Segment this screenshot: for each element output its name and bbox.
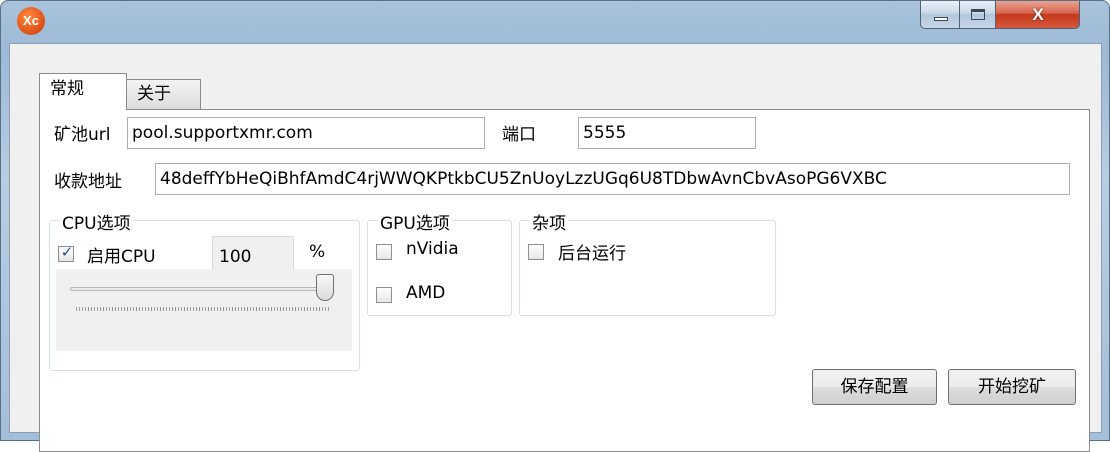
maximize-icon (971, 9, 985, 20)
pool-url-input[interactable]: pool.supportxmr.com (127, 117, 485, 149)
slider-ticks (76, 307, 330, 311)
close-icon: X (1032, 5, 1044, 24)
cpu-options-group: CPU选项 ✓ 启用CPU 100 % (49, 209, 360, 371)
nvidia-checkbox[interactable] (376, 244, 392, 260)
gpu-options-title: GPU选项 (378, 209, 452, 234)
tab-about[interactable]: 关于 (126, 79, 201, 110)
cpu-options-title: CPU选项 (60, 209, 133, 234)
minimize-button[interactable] (920, 1, 960, 29)
slider-track (70, 287, 332, 291)
pool-url-label: 矿池url (54, 125, 111, 145)
tab-general[interactable]: 常规 (39, 73, 127, 110)
window-controls: X (920, 1, 1080, 29)
app-window: Xc X 常规 关于 矿池url pool.supportxmr.com 端口 … (0, 0, 1110, 452)
close-button[interactable]: X (996, 1, 1080, 29)
checkmark-icon: ✓ (60, 243, 74, 261)
client-area: 常规 关于 矿池url pool.supportxmr.com 端口 5555 … (9, 43, 1102, 452)
app-logo-icon[interactable]: Xc (17, 7, 45, 35)
background-run-label: 后台运行 (558, 244, 626, 264)
misc-options-title: 杂项 (530, 209, 568, 234)
save-config-button[interactable]: 保存配置 (812, 369, 937, 405)
misc-options-group: 杂项 后台运行 (519, 209, 776, 316)
wallet-address-label: 收款地址 (54, 172, 122, 192)
amd-label: AMD (406, 283, 446, 303)
port-input[interactable]: 5555 (578, 117, 756, 149)
enable-cpu-label: 启用CPU (87, 247, 156, 267)
nvidia-label: nVidia (406, 239, 459, 259)
slider-thumb[interactable] (316, 274, 334, 301)
title-bar[interactable]: Xc X (1, 1, 1109, 43)
amd-checkbox[interactable] (376, 287, 392, 303)
wallet-address-input[interactable]: 48deffYbHeQiBhfAmdC4rjWWQKPtkbCU5ZnUoyLz… (155, 163, 1070, 195)
start-mining-button[interactable]: 开始挖矿 (948, 369, 1076, 405)
port-label: 端口 (502, 125, 536, 145)
background-run-checkbox[interactable] (528, 244, 544, 260)
cpu-usage-unit: % (309, 242, 326, 262)
maximize-button[interactable] (960, 1, 996, 29)
enable-cpu-checkbox[interactable]: ✓ (58, 243, 74, 262)
cpu-usage-slider[interactable] (56, 269, 352, 351)
minimize-icon (934, 17, 948, 21)
tab-page-general: 矿池url pool.supportxmr.com 端口 5555 收款地址 4… (39, 109, 1090, 452)
gpu-options-group: GPU选项 nVidia AMD (367, 209, 512, 316)
